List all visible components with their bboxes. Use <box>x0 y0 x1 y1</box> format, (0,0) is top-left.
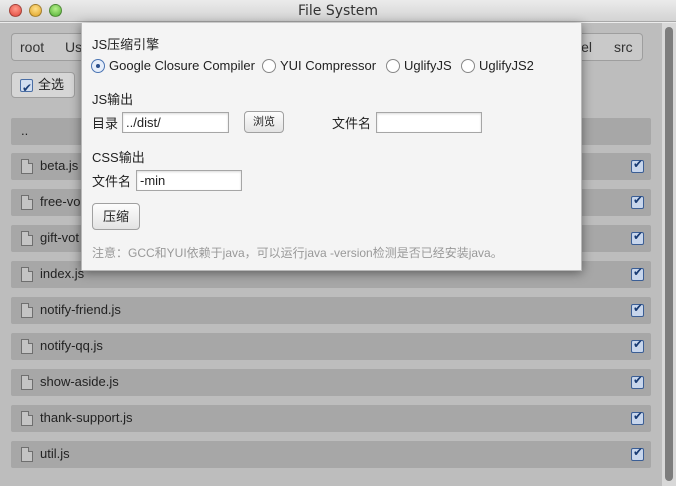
radio-google-closure[interactable]: Google Closure Compiler <box>91 58 255 74</box>
compress-settings-dialog: JS压缩引擎 Google Closure Compiler YUI Compr… <box>81 23 582 271</box>
file-name: thank-support.js <box>40 410 133 425</box>
browse-button[interactable]: 浏览 <box>244 111 284 133</box>
radio-label: YUI Compressor <box>280 58 377 73</box>
parent-dir-label: .. <box>21 123 29 138</box>
radio-uglifyjs[interactable]: UglifyJS <box>386 58 452 74</box>
file-checkbox[interactable] <box>631 445 644 461</box>
engine-section-title: JS压缩引擎 <box>92 37 160 52</box>
file-checkbox[interactable] <box>631 229 644 245</box>
file-checkbox[interactable] <box>631 193 644 209</box>
file-row[interactable]: thank-support.js <box>11 405 651 432</box>
scrollbar-thumb[interactable] <box>665 27 673 481</box>
file-icon <box>21 339 33 354</box>
file-icon <box>21 231 33 246</box>
output-dir-input[interactable] <box>122 112 229 133</box>
file-name: notify-qq.js <box>40 338 103 353</box>
scrollbar[interactable] <box>662 23 676 486</box>
js-filename-input[interactable] <box>376 112 482 133</box>
radio-dot[interactable] <box>262 59 276 73</box>
file-icon <box>21 267 33 282</box>
radio-dot[interactable] <box>461 59 475 73</box>
java-requirement-note: 注意：GCC和YUI依赖于java，可以运行java -version检测是否已… <box>92 246 503 260</box>
file-icon <box>21 375 33 390</box>
file-name: notify-friend.js <box>40 302 121 317</box>
radio-dot[interactable] <box>386 59 400 73</box>
title-bar: File System <box>0 0 676 22</box>
file-icon <box>21 447 33 462</box>
file-checkbox[interactable] <box>631 265 644 281</box>
file-name: beta.js <box>40 158 79 173</box>
radio-label: UglifyJS2 <box>479 58 534 73</box>
css-filename-label: 文件名 <box>92 174 132 189</box>
js-output-title: JS输出 <box>92 92 134 107</box>
select-all-checkbox[interactable] <box>20 76 33 100</box>
file-name: show-aside.js <box>40 374 119 389</box>
css-output-title: CSS输出 <box>92 150 145 165</box>
select-all-button[interactable]: 全选 <box>11 72 75 100</box>
breadcrumb-item-src[interactable]: src <box>600 33 643 61</box>
file-name: index.js <box>40 266 85 281</box>
file-row[interactable]: notify-friend.js <box>11 297 651 324</box>
window-title: File System <box>297 3 379 19</box>
file-icon <box>21 303 33 318</box>
radio-dot[interactable] <box>91 59 105 73</box>
radio-yui-compressor[interactable]: YUI Compressor <box>262 58 376 74</box>
file-icon <box>21 411 33 426</box>
file-name: gift-vot <box>40 230 80 245</box>
file-checkbox[interactable] <box>631 373 644 389</box>
select-all-label: 全选 <box>38 77 65 92</box>
radio-uglifyjs2[interactable]: UglifyJS2 <box>461 58 534 74</box>
dir-label: 目录 <box>92 116 119 131</box>
breadcrumb-item-root[interactable]: root <box>11 33 51 61</box>
file-name: util.js <box>40 446 70 461</box>
radio-label: Google Closure Compiler <box>109 58 255 73</box>
file-name: free-vo <box>40 194 81 209</box>
file-row[interactable]: util.js <box>11 441 651 468</box>
file-icon <box>21 195 33 210</box>
css-filename-input[interactable] <box>136 170 242 191</box>
file-checkbox[interactable] <box>631 301 644 317</box>
file-checkbox[interactable] <box>631 157 644 173</box>
file-row[interactable]: show-aside.js <box>11 369 651 396</box>
file-checkbox[interactable] <box>631 337 644 353</box>
file-icon <box>21 159 33 174</box>
compress-button[interactable]: 压缩 <box>92 203 140 230</box>
js-filename-label: 文件名 <box>332 116 372 131</box>
radio-label: UglifyJS <box>404 58 452 73</box>
file-checkbox[interactable] <box>631 409 644 425</box>
file-row[interactable]: notify-qq.js <box>11 333 651 360</box>
